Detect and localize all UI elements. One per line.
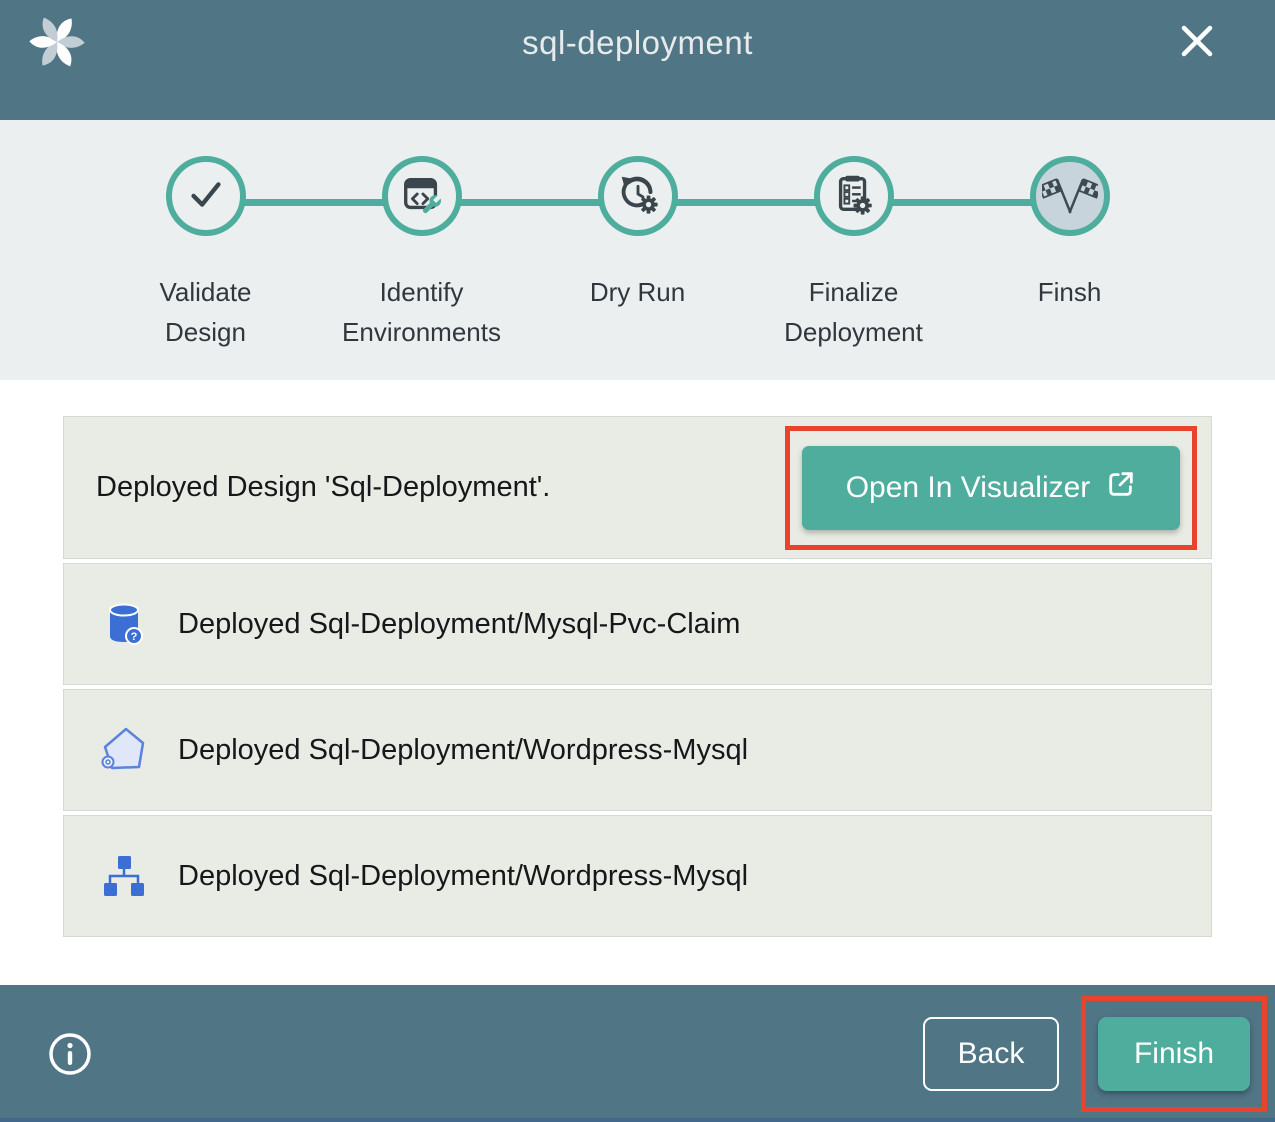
step-finsh: Finsh	[962, 156, 1178, 352]
wizard-stepper: Validate Design	[0, 120, 1275, 380]
annotation-highlight-finish: Finish	[1081, 996, 1267, 1112]
step-validate-design: Validate Design	[98, 156, 314, 352]
code-wrench-icon	[399, 171, 445, 222]
database-icon: ?	[100, 600, 148, 648]
modal-footer: Back Finish	[0, 985, 1275, 1122]
pentagon-icon	[100, 726, 148, 774]
clipboard-gear-icon	[831, 171, 877, 222]
checkered-flags-icon	[1042, 166, 1098, 227]
annotation-highlight-visualizer: Open In Visualizer	[785, 426, 1197, 550]
result-row-mysql-pvc-claim: ? Deployed Sql-Deployment/Mysql-Pvc-Clai…	[63, 563, 1212, 685]
open-in-visualizer-button[interactable]: Open In Visualizer	[802, 446, 1180, 530]
close-icon[interactable]	[1177, 22, 1217, 62]
visualizer-button-label: Open In Visualizer	[846, 471, 1091, 505]
result-row-text: Deployed Sql-Deployment/Wordpress-Mysql	[178, 860, 748, 893]
refresh-gear-icon	[615, 171, 661, 222]
result-row-wordpress-mysql-2: Deployed Sql-Deployment/Wordpress-Mysql	[63, 815, 1212, 937]
summary-text: Deployed Design 'Sql-Deployment'.	[96, 471, 550, 504]
step-finalize-deployment: Finalize Deployment	[746, 156, 962, 352]
modal-title: sql-deployment	[0, 24, 1275, 62]
step-circle-finsh	[1030, 156, 1110, 236]
step-label: Dry Run	[590, 272, 685, 312]
step-circle-finalize	[814, 156, 894, 236]
step-identify-environments: Identify Environments	[314, 156, 530, 352]
deployment-wizard-modal: sql-deployment Validate	[0, 0, 1275, 1122]
result-row-text: Deployed Sql-Deployment/Mysql-Pvc-Claim	[178, 608, 740, 641]
back-button[interactable]: Back	[923, 1017, 1059, 1091]
step-label: Finsh	[1038, 272, 1102, 312]
result-row-wordpress-mysql-1: Deployed Sql-Deployment/Wordpress-Mysql	[63, 689, 1212, 811]
bottom-edge-strip	[0, 1118, 1275, 1122]
step-label: Validate Design	[118, 272, 294, 352]
modal-header: sql-deployment	[0, 0, 1275, 120]
step-circle-validate	[166, 156, 246, 236]
summary-row: Deployed Design 'Sql-Deployment'. Open I…	[63, 416, 1212, 559]
step-circle-dry-run	[598, 156, 678, 236]
checkmark-icon	[183, 171, 229, 222]
hierarchy-icon	[100, 852, 148, 900]
deployment-results: Deployed Design 'Sql-Deployment'. Open I…	[0, 380, 1275, 985]
finish-button[interactable]: Finish	[1098, 1017, 1250, 1091]
step-label: Identify Environments	[334, 272, 510, 352]
result-row-text: Deployed Sql-Deployment/Wordpress-Mysql	[178, 734, 748, 767]
info-icon[interactable]	[48, 1032, 92, 1076]
step-circle-identify	[382, 156, 462, 236]
external-link-icon	[1106, 469, 1136, 507]
step-dry-run: Dry Run	[530, 156, 746, 352]
step-label: Finalize Deployment	[766, 272, 942, 352]
svg-text:?: ?	[131, 631, 138, 643]
